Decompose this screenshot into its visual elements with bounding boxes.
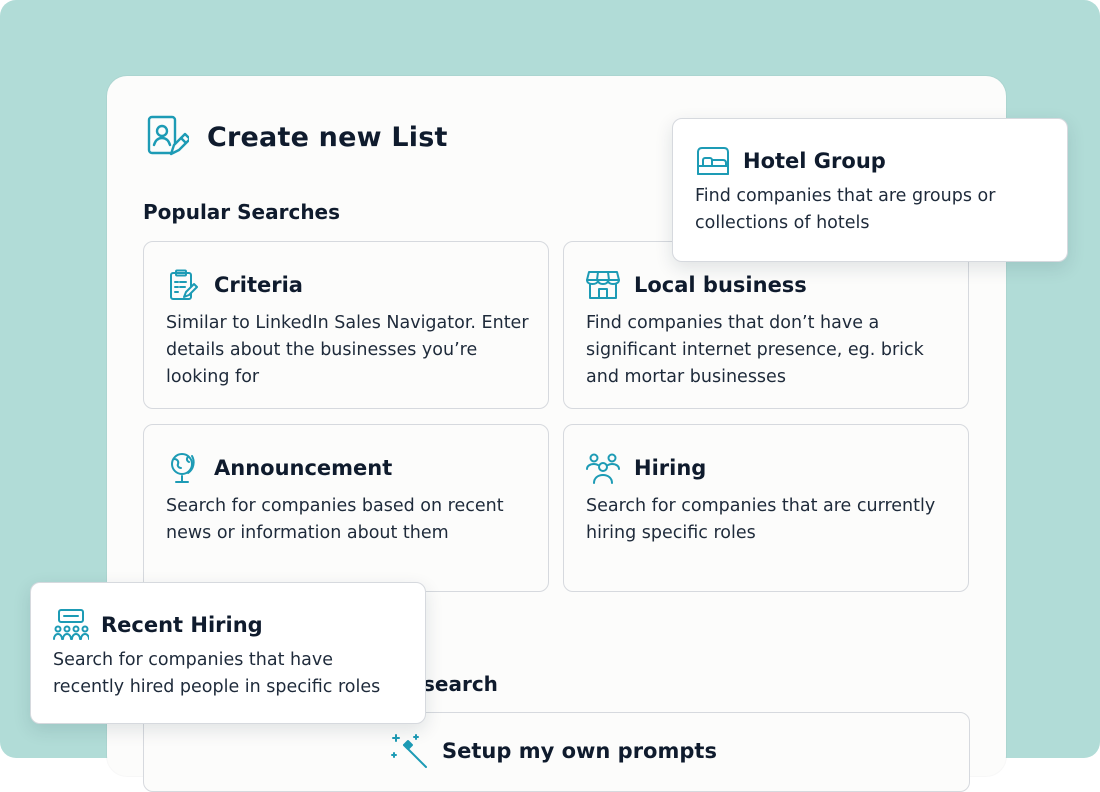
- card-description: Find companies that are groups or collec…: [695, 183, 995, 237]
- description-line: recently hired people in specific roles: [53, 677, 381, 697]
- card-description: Search for companies based on recent new…: [166, 496, 504, 543]
- card-announcement[interactable]: Announcement Search for companies based …: [143, 424, 549, 592]
- card-title: Local business: [634, 273, 807, 297]
- people-group-icon: [586, 451, 620, 485]
- globe-icon: [166, 451, 200, 485]
- page-title: Create new List: [207, 121, 448, 153]
- clipboard-edit-icon: [166, 268, 200, 302]
- card-title: Recent Hiring: [101, 613, 263, 637]
- card-description: Similar to LinkedIn Sales Navigator. Ent…: [166, 313, 529, 387]
- description-line: collections of hotels: [695, 213, 870, 233]
- card-description: Search for companies that have recently …: [53, 647, 380, 701]
- card-title: Hotel Group: [743, 149, 886, 173]
- card-hiring[interactable]: Hiring Search for companies that are cur…: [563, 424, 969, 592]
- description-line: Find companies that are groups or: [695, 186, 996, 206]
- setup-own-prompts-card[interactable]: Setup my own prompts: [143, 712, 970, 792]
- popular-searches-label: Popular Searches: [143, 200, 341, 224]
- card-criteria[interactable]: Criteria Similar to LinkedIn Sales Navig…: [143, 241, 549, 409]
- card-recent-hiring[interactable]: Recent Hiring Search for companies that …: [30, 582, 426, 724]
- card-title: Criteria: [214, 273, 303, 297]
- audience-board-icon: [53, 607, 89, 643]
- custom-search-label: search: [423, 672, 498, 696]
- profile-edit-icon: [147, 114, 189, 160]
- card-local-business[interactable]: Local business Find companies that don’t…: [563, 241, 969, 409]
- storefront-icon: [586, 268, 620, 302]
- card-title: Hiring: [634, 456, 707, 480]
- card-description: Search for companies that are currently …: [586, 496, 936, 543]
- magic-wand-icon: [390, 731, 430, 771]
- setup-own-prompts-title: Setup my own prompts: [442, 739, 717, 763]
- card-hotel-group[interactable]: Hotel Group Find companies that are grou…: [672, 118, 1068, 262]
- card-description: Find companies that don’t have a signifi…: [586, 313, 924, 387]
- card-title: Announcement: [214, 456, 393, 480]
- panel-header: Create new List: [147, 114, 448, 160]
- description-line: Search for companies that have: [53, 650, 333, 670]
- bed-icon: [695, 143, 731, 179]
